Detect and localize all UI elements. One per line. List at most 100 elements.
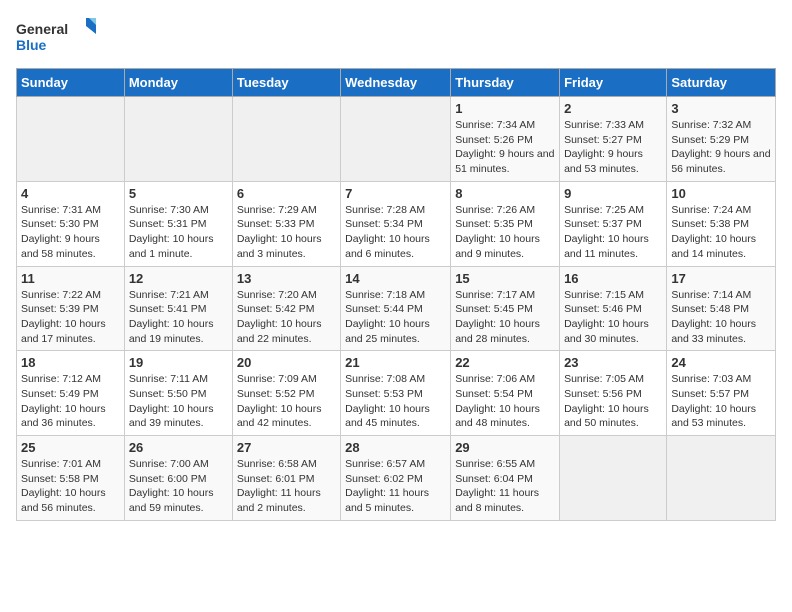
calendar-cell: 20Sunrise: 7:09 AMSunset: 5:52 PMDayligh… bbox=[232, 351, 340, 436]
weekday-header-cell: Thursday bbox=[451, 69, 560, 97]
calendar-cell: 1 Sunrise: 7:34 AMSunset: 5:26 PMDaylight… bbox=[451, 97, 560, 182]
day-number: 11 bbox=[21, 271, 120, 286]
day-info: Sunrise: 7:24 AMSunset: 5:38 PMDaylight:… bbox=[671, 203, 771, 262]
weekday-header-cell: Tuesday bbox=[232, 69, 340, 97]
day-info: Sunrise: 7:30 AMSunset: 5:31 PMDaylight:… bbox=[129, 203, 228, 262]
day-info: Sunrise: 7:15 AMSunset: 5:46 PMDaylight:… bbox=[564, 288, 662, 347]
calendar-cell: 5 Sunrise: 7:30 AMSunset: 5:31 PMDaylight… bbox=[124, 181, 232, 266]
day-number: 13 bbox=[237, 271, 336, 286]
calendar-week-row: 4 Sunrise: 7:31 AMSunset: 5:30 PMDaylight… bbox=[17, 181, 776, 266]
calendar-cell: 9 Sunrise: 7:25 AMSunset: 5:37 PMDaylight… bbox=[560, 181, 667, 266]
calendar-cell: 14 Sunrise: 7:18 AMSunset: 5:44 PMDayligh… bbox=[341, 266, 451, 351]
weekday-header-row: SundayMondayTuesdayWednesdayThursdayFrid… bbox=[17, 69, 776, 97]
day-info: Sunrise: 7:08 AMSunset: 5:53 PMDaylight:… bbox=[345, 372, 446, 431]
day-info: Sunrise: 7:14 AMSunset: 5:48 PMDaylight:… bbox=[671, 288, 771, 347]
day-info: Sunrise: 7:00 AMSunset: 6:00 PMDaylight:… bbox=[129, 457, 228, 516]
weekday-header-cell: Wednesday bbox=[341, 69, 451, 97]
calendar-cell: 22 Sunrise: 7:06 AMSunset: 5:54 PMDayligh… bbox=[451, 351, 560, 436]
day-info: Sunrise: 7:33 AMSunset: 5:27 PMDaylight:… bbox=[564, 118, 662, 177]
day-number: 9 bbox=[564, 186, 662, 201]
day-info: Sunrise: 7:05 AMSunset: 5:56 PMDaylight:… bbox=[564, 372, 662, 431]
calendar-table: SundayMondayTuesdayWednesdayThursdayFrid… bbox=[16, 68, 776, 521]
calendar-week-row: 25 Sunrise: 7:01 AMSunset: 5:58 PMDayligh… bbox=[17, 436, 776, 521]
calendar-cell bbox=[667, 436, 776, 521]
day-number: 10 bbox=[671, 186, 771, 201]
calendar-body: 1 Sunrise: 7:34 AMSunset: 5:26 PMDaylight… bbox=[17, 97, 776, 521]
calendar-cell: 7Sunrise: 7:28 AMSunset: 5:34 PMDaylight… bbox=[341, 181, 451, 266]
calendar-cell: 6 Sunrise: 7:29 AMSunset: 5:33 PMDaylight… bbox=[232, 181, 340, 266]
day-number: 26 bbox=[129, 440, 228, 455]
day-info: Sunrise: 7:06 AMSunset: 5:54 PMDaylight:… bbox=[455, 372, 555, 431]
day-info: Sunrise: 7:01 AMSunset: 5:58 PMDaylight:… bbox=[21, 457, 120, 516]
day-number: 4 bbox=[21, 186, 120, 201]
calendar-cell: 27 Sunrise: 6:58 AMSunset: 6:01 PMDayligh… bbox=[232, 436, 340, 521]
day-number: 8 bbox=[455, 186, 555, 201]
day-number: 28 bbox=[345, 440, 446, 455]
svg-text:Blue: Blue bbox=[16, 37, 47, 53]
day-number: 1 bbox=[455, 101, 555, 116]
day-info: Sunrise: 7:25 AMSunset: 5:37 PMDaylight:… bbox=[564, 203, 662, 262]
day-info: Sunrise: 7:03 AMSunset: 5:57 PMDaylight:… bbox=[671, 372, 771, 431]
calendar-cell: 17 Sunrise: 7:14 AMSunset: 5:48 PMDayligh… bbox=[667, 266, 776, 351]
day-number: 12 bbox=[129, 271, 228, 286]
calendar-cell bbox=[232, 97, 340, 182]
day-number: 29 bbox=[455, 440, 555, 455]
day-number: 20 bbox=[237, 355, 336, 370]
page-header: General Blue bbox=[16, 16, 776, 60]
calendar-cell bbox=[560, 436, 667, 521]
calendar-cell: 12Sunrise: 7:21 AMSunset: 5:41 PMDayligh… bbox=[124, 266, 232, 351]
day-number: 6 bbox=[237, 186, 336, 201]
day-info: Sunrise: 7:26 AMSunset: 5:35 PMDaylight:… bbox=[455, 203, 555, 262]
day-number: 21 bbox=[345, 355, 446, 370]
day-info: Sunrise: 7:20 AMSunset: 5:42 PMDaylight:… bbox=[237, 288, 336, 347]
calendar-cell: 16Sunrise: 7:15 AMSunset: 5:46 PMDayligh… bbox=[560, 266, 667, 351]
day-number: 15 bbox=[455, 271, 555, 286]
day-number: 19 bbox=[129, 355, 228, 370]
day-number: 14 bbox=[345, 271, 446, 286]
day-info: Sunrise: 7:12 AMSunset: 5:49 PMDaylight:… bbox=[21, 372, 120, 431]
day-info: Sunrise: 7:31 AMSunset: 5:30 PMDaylight:… bbox=[21, 203, 120, 262]
weekday-header-cell: Saturday bbox=[667, 69, 776, 97]
calendar-cell: 28 Sunrise: 6:57 AMSunset: 6:02 PMDayligh… bbox=[341, 436, 451, 521]
logo-svg: General Blue bbox=[16, 16, 96, 60]
calendar-cell: 21 Sunrise: 7:08 AMSunset: 5:53 PMDayligh… bbox=[341, 351, 451, 436]
calendar-cell: 11 Sunrise: 7:22 AMSunset: 5:39 PMDayligh… bbox=[17, 266, 125, 351]
day-number: 5 bbox=[129, 186, 228, 201]
calendar-cell: 13 Sunrise: 7:20 AMSunset: 5:42 PMDayligh… bbox=[232, 266, 340, 351]
calendar-cell: 26 Sunrise: 7:00 AMSunset: 6:00 PMDayligh… bbox=[124, 436, 232, 521]
day-info: Sunrise: 7:18 AMSunset: 5:44 PMDaylight:… bbox=[345, 288, 446, 347]
day-info: Sunrise: 7:34 AMSunset: 5:26 PMDaylight:… bbox=[455, 118, 555, 177]
day-number: 22 bbox=[455, 355, 555, 370]
calendar-cell bbox=[341, 97, 451, 182]
calendar-cell: 3Sunrise: 7:32 AMSunset: 5:29 PMDaylight… bbox=[667, 97, 776, 182]
weekday-header-cell: Sunday bbox=[17, 69, 125, 97]
svg-text:General: General bbox=[16, 21, 68, 37]
calendar-cell bbox=[17, 97, 125, 182]
calendar-cell: 23 Sunrise: 7:05 AMSunset: 5:56 PMDayligh… bbox=[560, 351, 667, 436]
day-info: Sunrise: 7:11 AMSunset: 5:50 PMDaylight:… bbox=[129, 372, 228, 431]
calendar-week-row: 11 Sunrise: 7:22 AMSunset: 5:39 PMDayligh… bbox=[17, 266, 776, 351]
calendar-cell: 25 Sunrise: 7:01 AMSunset: 5:58 PMDayligh… bbox=[17, 436, 125, 521]
calendar-week-row: 18Sunrise: 7:12 AMSunset: 5:49 PMDayligh… bbox=[17, 351, 776, 436]
day-info: Sunrise: 7:32 AMSunset: 5:29 PMDaylight:… bbox=[671, 118, 771, 177]
weekday-header-cell: Monday bbox=[124, 69, 232, 97]
day-number: 24 bbox=[671, 355, 771, 370]
day-number: 23 bbox=[564, 355, 662, 370]
calendar-cell: 10 Sunrise: 7:24 AMSunset: 5:38 PMDayligh… bbox=[667, 181, 776, 266]
day-info: Sunrise: 7:28 AMSunset: 5:34 PMDaylight:… bbox=[345, 203, 446, 262]
day-info: Sunrise: 7:22 AMSunset: 5:39 PMDaylight:… bbox=[21, 288, 120, 347]
weekday-header-cell: Friday bbox=[560, 69, 667, 97]
day-number: 27 bbox=[237, 440, 336, 455]
day-info: Sunrise: 6:57 AMSunset: 6:02 PMDaylight:… bbox=[345, 457, 446, 516]
day-number: 25 bbox=[21, 440, 120, 455]
calendar-cell: 8 Sunrise: 7:26 AMSunset: 5:35 PMDaylight… bbox=[451, 181, 560, 266]
day-info: Sunrise: 7:29 AMSunset: 5:33 PMDaylight:… bbox=[237, 203, 336, 262]
day-number: 2 bbox=[564, 101, 662, 116]
calendar-cell: 19 Sunrise: 7:11 AMSunset: 5:50 PMDayligh… bbox=[124, 351, 232, 436]
calendar-cell: 2 Sunrise: 7:33 AMSunset: 5:27 PMDaylight… bbox=[560, 97, 667, 182]
day-info: Sunrise: 6:58 AMSunset: 6:01 PMDaylight:… bbox=[237, 457, 336, 516]
calendar-cell: 4 Sunrise: 7:31 AMSunset: 5:30 PMDaylight… bbox=[17, 181, 125, 266]
calendar-cell: 29Sunrise: 6:55 AMSunset: 6:04 PMDayligh… bbox=[451, 436, 560, 521]
calendar-cell bbox=[124, 97, 232, 182]
day-number: 17 bbox=[671, 271, 771, 286]
